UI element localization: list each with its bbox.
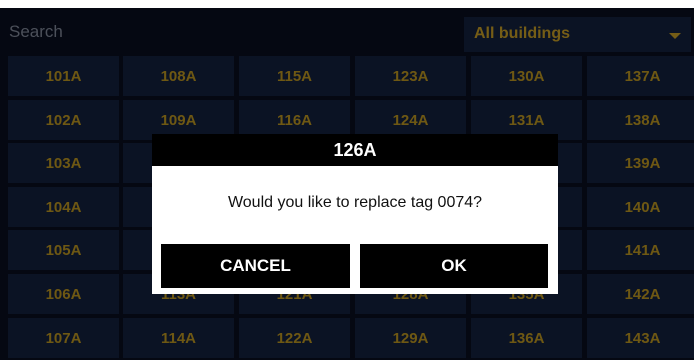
dialog-message: Would you like to replace tag 0074?	[227, 194, 483, 211]
dialog-title: 126A	[152, 134, 558, 166]
app-window: All buildings 101A102A103A104A105A106A10…	[0, 0, 694, 360]
cancel-button[interactable]: CANCEL	[161, 244, 350, 288]
ok-button[interactable]: OK	[360, 244, 548, 288]
replace-tag-dialog: 126A Would you like to replace tag 0074?…	[152, 134, 558, 294]
